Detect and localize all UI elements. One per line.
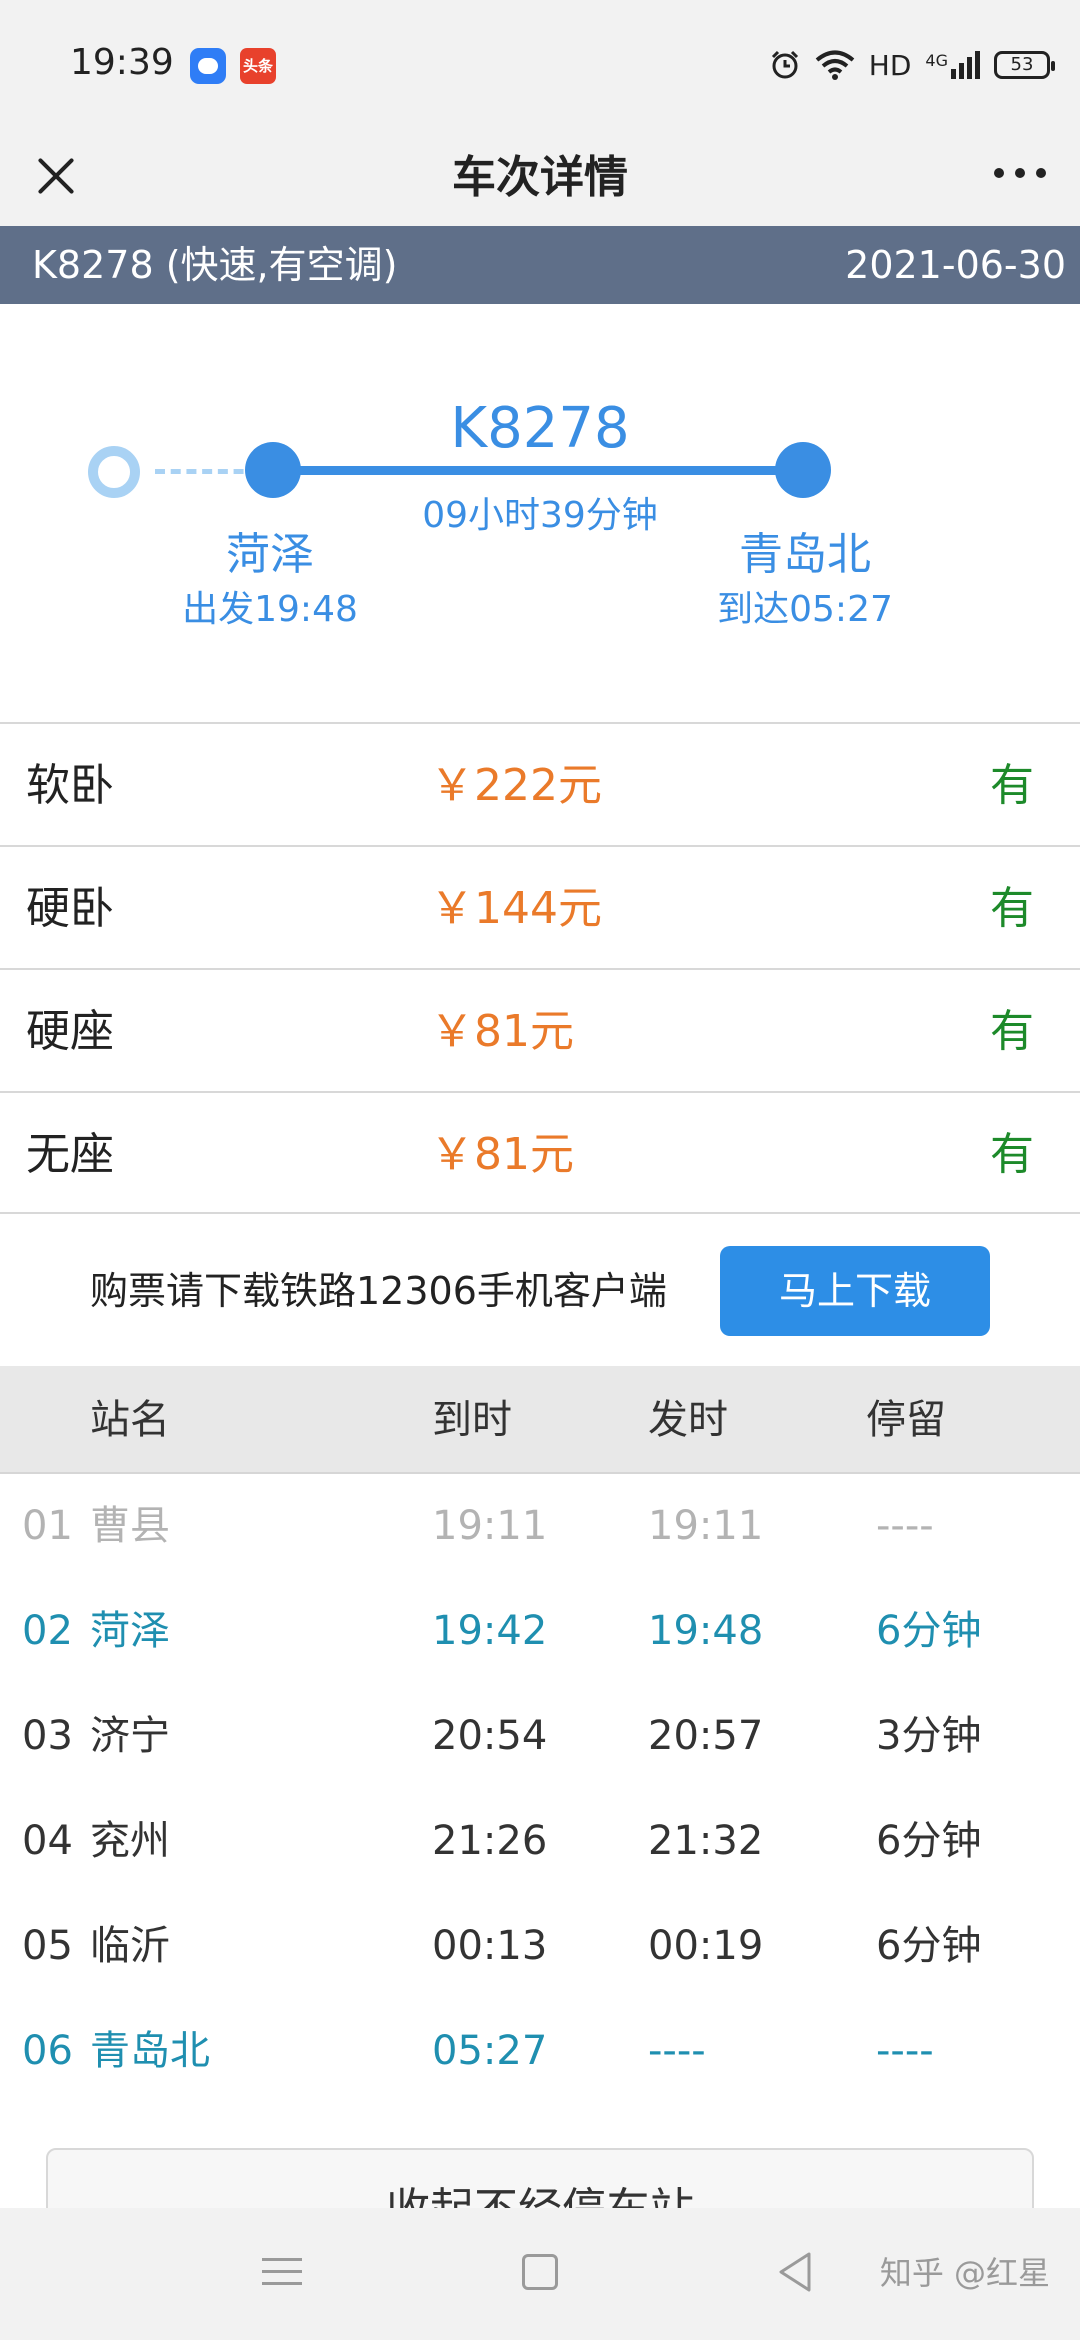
seat-type: 硬卧 <box>26 883 114 934</box>
depart-time: 20:57 <box>648 1713 764 1759</box>
train-type: K8278 (快速,有空调) <box>32 243 398 287</box>
nav-bar: 车次详情 <box>0 130 1080 226</box>
station-name: 济宁 <box>90 1713 170 1759</box>
alarm-icon <box>771 50 798 79</box>
chat-app-icon <box>190 48 226 84</box>
station-name: 曹县 <box>90 1503 170 1549</box>
stations-table: 01 曹县 19:11 19:11 ---- 02 菏泽 19:42 19:48… <box>0 1474 1080 2104</box>
toutiao-app-icon: 头条 <box>240 48 276 84</box>
stop-number: 02 <box>22 1608 73 1654</box>
wifi-icon <box>815 50 855 80</box>
watermark: 知乎 @红星 <box>879 2254 1050 2292</box>
seat-availability: 有 <box>990 1006 1034 1057</box>
download-hint: 购票请下载铁路12306手机客户端 <box>90 1269 667 1313</box>
stay-duration: 3分钟 <box>876 1713 982 1759</box>
menu-icon[interactable] <box>262 2252 302 2292</box>
table-row: 03 济宁 20:54 20:57 3分钟 <box>0 1684 1080 1789</box>
seat-price: ￥81元 <box>430 1129 574 1180</box>
screen: 19:39 头条 HD 4G 53 车次详情 K8278 (快速,有空调) 20… <box>0 0 1080 2340</box>
status-time: 19:39 <box>70 42 174 83</box>
route-line <box>290 466 790 475</box>
seat-type: 软卧 <box>26 760 114 811</box>
fare-row-standing[interactable]: 无座 ￥81元 有 <box>0 1091 1080 1214</box>
more-icon[interactable] <box>994 168 1046 184</box>
arrive-time: 19:42 <box>432 1608 548 1654</box>
table-row: 04 兖州 21:26 21:32 6分钟 <box>0 1789 1080 1894</box>
arrive-time: 19:11 <box>432 1503 548 1549</box>
stay-duration: 6分钟 <box>876 1608 982 1654</box>
signal-type: 4G <box>925 51 948 70</box>
arrive-time: 21:26 <box>432 1818 548 1864</box>
station-name: 兖州 <box>90 1818 170 1864</box>
seat-price: ￥222元 <box>430 760 602 811</box>
download-prompt: 购票请下载铁路12306手机客户端 马上下载 <box>0 1216 1080 1366</box>
depart-time: 21:32 <box>648 1818 764 1864</box>
table-row: 05 临沂 00:13 00:19 6分钟 <box>0 1894 1080 1999</box>
station-name: 临沂 <box>90 1923 170 1969</box>
depart-time: ---- <box>648 2028 706 2074</box>
table-row: 06 青岛北 05:27 ---- ---- <box>0 1999 1080 2104</box>
seat-availability: 有 <box>990 1129 1034 1180</box>
network-type: HD <box>868 48 912 82</box>
header-arrive: 到时 <box>432 1397 512 1443</box>
seat-type: 无座 <box>26 1129 114 1180</box>
back-icon[interactable] <box>775 2250 815 2294</box>
page-title: 车次详情 <box>452 152 628 203</box>
system-nav-bar: 知乎 @红星 <box>0 2208 1080 2340</box>
home-icon[interactable] <box>522 2254 558 2290</box>
train-number: K8278 <box>450 396 630 461</box>
stop-number: 06 <box>22 2028 73 2074</box>
signal-icon: 4G <box>925 51 980 79</box>
depart-time: 19:11 <box>648 1503 764 1549</box>
stop-number: 03 <box>22 1713 73 1759</box>
stop-number: 05 <box>22 1923 73 1969</box>
stay-duration: ---- <box>876 1503 934 1549</box>
stay-duration: ---- <box>876 2028 934 2074</box>
arrive-time: 05:27 <box>432 2028 548 2074</box>
close-icon[interactable] <box>34 154 78 198</box>
header-depart: 发时 <box>648 1397 728 1443</box>
arrive-time: 00:13 <box>432 1923 548 1969</box>
fare-row-hard-seat[interactable]: 硬座 ￥81元 有 <box>0 968 1080 1091</box>
header-stay: 停留 <box>866 1397 946 1443</box>
status-icons: HD 4G 53 <box>769 40 1055 90</box>
stop-number: 04 <box>22 1818 73 1864</box>
seat-price: ￥144元 <box>430 883 602 934</box>
stay-duration: 6分钟 <box>876 1923 982 1969</box>
fare-row-soft-sleeper[interactable]: 软卧 ￥222元 有 <box>0 722 1080 845</box>
train-info-bar: K8278 (快速,有空调) 2021-06-30 <box>0 226 1080 304</box>
departure-time: 出发19:48 <box>182 589 358 630</box>
table-row: 02 菏泽 19:42 19:48 6分钟 <box>0 1579 1080 1684</box>
seat-availability: 有 <box>990 760 1034 811</box>
table-row: 01 曹县 19:11 19:11 ---- <box>0 1474 1080 1579</box>
depart-time: 19:48 <box>648 1608 764 1654</box>
battery-icon: 53 <box>994 51 1055 79</box>
depart-time: 00:19 <box>648 1923 764 1969</box>
station-name: 菏泽 <box>90 1608 170 1654</box>
fare-list: 软卧 ￥222元 有 硬卧 ￥144元 有 硬座 ￥81元 有 无座 ￥81元 … <box>0 722 1080 1214</box>
to-station-name: 青岛北 <box>739 529 871 580</box>
seat-availability: 有 <box>990 883 1034 934</box>
arrival-time: 到达05:27 <box>717 589 893 630</box>
header-station: 站名 <box>90 1397 170 1443</box>
download-button[interactable]: 马上下载 <box>720 1246 990 1336</box>
seat-price: ￥81元 <box>430 1006 574 1057</box>
from-station-name: 菏泽 <box>226 529 314 580</box>
arrive-time: 20:54 <box>432 1713 548 1759</box>
station-name: 青岛北 <box>90 2028 210 2074</box>
travel-date: 2021-06-30 <box>845 243 1066 287</box>
stay-duration: 6分钟 <box>876 1818 982 1864</box>
seat-type: 硬座 <box>26 1006 114 1057</box>
stop-number: 01 <box>22 1503 73 1549</box>
fare-row-hard-sleeper[interactable]: 硬卧 ￥144元 有 <box>0 845 1080 968</box>
status-bar: 19:39 头条 HD 4G 53 <box>0 0 1080 130</box>
journey-summary: K8278 09小时39分钟 菏泽 出发19:48 青岛北 到达05:27 <box>0 304 1080 722</box>
stations-table-header: 站名 到时 发时 停留 <box>0 1366 1080 1474</box>
